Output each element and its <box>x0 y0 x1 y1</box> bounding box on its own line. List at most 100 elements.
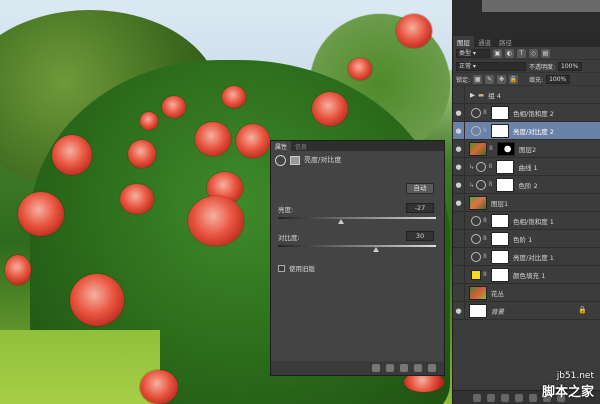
eye-icon[interactable]: ● <box>453 103 465 122</box>
rose <box>52 135 92 175</box>
rose <box>140 370 178 404</box>
lock-paint-icon[interactable]: ✎ <box>485 74 495 84</box>
brightness-input[interactable]: -27 <box>406 203 434 213</box>
eye-icon[interactable]: ● <box>453 157 465 176</box>
fill-input[interactable]: 100% <box>546 74 571 84</box>
use-legacy-checkbox[interactable] <box>278 264 285 272</box>
tab-channels[interactable]: 通道 <box>474 36 495 47</box>
link-icon: 8 <box>483 109 487 116</box>
layer-row[interactable]: 8 色阶 1 <box>453 229 600 248</box>
contrast-label: 对比度: <box>278 234 300 242</box>
lawn <box>0 330 160 404</box>
link-icon: 8 <box>483 271 487 278</box>
filter-shape-icon[interactable]: ◇ <box>529 48 538 58</box>
filter-kind-select[interactable]: 类型 ▾ <box>456 48 490 58</box>
layer-row[interactable]: ● 背景 🔒 <box>453 301 600 320</box>
properties-title: 亮度/对比度 <box>304 156 342 164</box>
eye-icon[interactable]: ● <box>453 175 465 194</box>
adjustment-icon <box>471 107 481 118</box>
layer-mask-thumb[interactable] <box>491 267 509 282</box>
blend-mode-value: 正常 <box>459 62 472 70</box>
layer-row[interactable]: ● 8 色相/饱和度 2 <box>453 103 600 122</box>
expand-arrow-icon[interactable]: ▶ <box>470 91 475 99</box>
clip-arrow-icon: ↳ <box>469 180 475 189</box>
brightness-label: 亮度: <box>278 206 294 214</box>
layer-mask-thumb[interactable] <box>491 249 509 264</box>
use-legacy-row[interactable]: 使用旧版 <box>278 263 315 273</box>
layer-name: 背景 <box>491 307 504 316</box>
add-mask-icon[interactable] <box>501 393 509 402</box>
lock-transparent-icon[interactable]: ▦ <box>473 74 483 84</box>
layer-mask-thumb[interactable] <box>491 231 509 246</box>
layers-panel-tabs: 图层 通道 路径 <box>453 36 600 47</box>
link-icon: 8 <box>489 145 493 152</box>
visibility-toggle[interactable] <box>453 283 465 302</box>
visibility-toggle[interactable] <box>453 247 465 266</box>
tab-paths[interactable]: 路径 <box>495 36 516 47</box>
filter-adjustment-icon[interactable]: ◐ <box>505 48 514 58</box>
visibility-toggle[interactable] <box>453 85 465 104</box>
layer-row[interactable]: ● ↳ 8 曲线 1 <box>453 157 600 176</box>
eye-icon[interactable]: ● <box>453 193 465 212</box>
opacity-input[interactable]: 100% <box>558 61 583 71</box>
lock-all-icon[interactable]: 🔒 <box>509 74 519 84</box>
filter-kind-label: 类型 <box>459 49 472 57</box>
layer-row-selected[interactable]: ● 8 亮度/对比度 2 <box>453 121 600 140</box>
layer-row[interactable]: 花丛 <box>453 283 600 302</box>
layer-row[interactable]: ● 8 图层2 <box>453 139 600 158</box>
brightness-slider-track[interactable] <box>278 217 436 219</box>
rose <box>140 112 158 130</box>
layer-thumbnail[interactable] <box>469 303 487 318</box>
contrast-input[interactable]: 30 <box>406 231 434 241</box>
visibility-icon[interactable] <box>414 364 422 372</box>
tab-info[interactable]: 信息 <box>291 141 311 151</box>
layer-row[interactable]: 8 亮度/对比度 1 <box>453 247 600 266</box>
contrast-slider-track[interactable] <box>278 245 436 247</box>
layer-mask-thumb[interactable] <box>491 213 509 228</box>
brightness-contrast-icon[interactable] <box>275 154 286 166</box>
delete-icon[interactable] <box>428 364 436 372</box>
filter-pixel-icon[interactable]: ▣ <box>493 48 502 58</box>
new-group-icon[interactable] <box>529 393 537 402</box>
fx-icon[interactable] <box>487 393 495 402</box>
eye-icon[interactable]: ● <box>453 301 465 320</box>
mask-icon[interactable] <box>290 155 300 165</box>
blend-mode-select[interactable]: 正常 ▾ <box>456 61 526 71</box>
watermark-site-name: 脚本之家 <box>541 385 594 400</box>
layer-thumbnail[interactable] <box>469 285 487 300</box>
rose <box>396 14 432 48</box>
layer-mask-thumb[interactable] <box>497 141 515 156</box>
clip-to-layer-icon[interactable] <box>372 364 380 372</box>
layer-row[interactable]: ● ↳ 8 色阶 2 <box>453 175 600 194</box>
layer-thumbnail[interactable] <box>469 195 487 210</box>
color-fill-swatch[interactable] <box>471 269 481 280</box>
visibility-toggle[interactable] <box>453 211 465 230</box>
layer-mask-thumb[interactable] <box>491 105 509 120</box>
layer-mask-thumb[interactable] <box>496 177 515 192</box>
link-layers-icon[interactable] <box>473 393 481 402</box>
filter-smart-object-icon[interactable]: ▤ <box>541 48 550 58</box>
layer-mask-thumb[interactable] <box>496 159 515 174</box>
layer-row[interactable]: 8 颜色填充 1 <box>453 265 600 284</box>
view-previous-icon[interactable] <box>386 364 394 372</box>
lock-move-icon[interactable]: ✥ <box>497 74 507 84</box>
layer-thumbnail[interactable] <box>469 141 487 156</box>
visibility-toggle[interactable] <box>453 265 465 284</box>
layer-row[interactable]: ● 图层1 <box>453 193 600 212</box>
layer-mask-thumb[interactable] <box>491 123 509 138</box>
reset-icon[interactable] <box>400 364 408 372</box>
new-adjustment-icon[interactable] <box>515 393 523 402</box>
eye-icon[interactable]: ● <box>453 139 465 158</box>
filter-type-icon[interactable]: T <box>517 48 526 58</box>
link-icon: 8 <box>488 163 493 170</box>
tab-layers[interactable]: 图层 <box>453 36 474 47</box>
eye-icon[interactable]: ● <box>453 121 465 140</box>
layer-row[interactable]: ▶ ▬ 组 4 <box>453 85 600 104</box>
visibility-toggle[interactable] <box>453 229 465 248</box>
tab-properties[interactable]: 属性 <box>271 141 292 151</box>
contrast-slider-handle[interactable] <box>372 247 379 252</box>
auto-button[interactable]: 自动 <box>406 183 434 194</box>
brightness-slider-handle[interactable] <box>338 219 345 224</box>
properties-panel: 属性 信息 亮度/对比度 自动 亮度: -27 对比度: 30 使用旧版 <box>270 140 445 376</box>
layer-row[interactable]: 8 色相/饱和度 1 <box>453 211 600 230</box>
